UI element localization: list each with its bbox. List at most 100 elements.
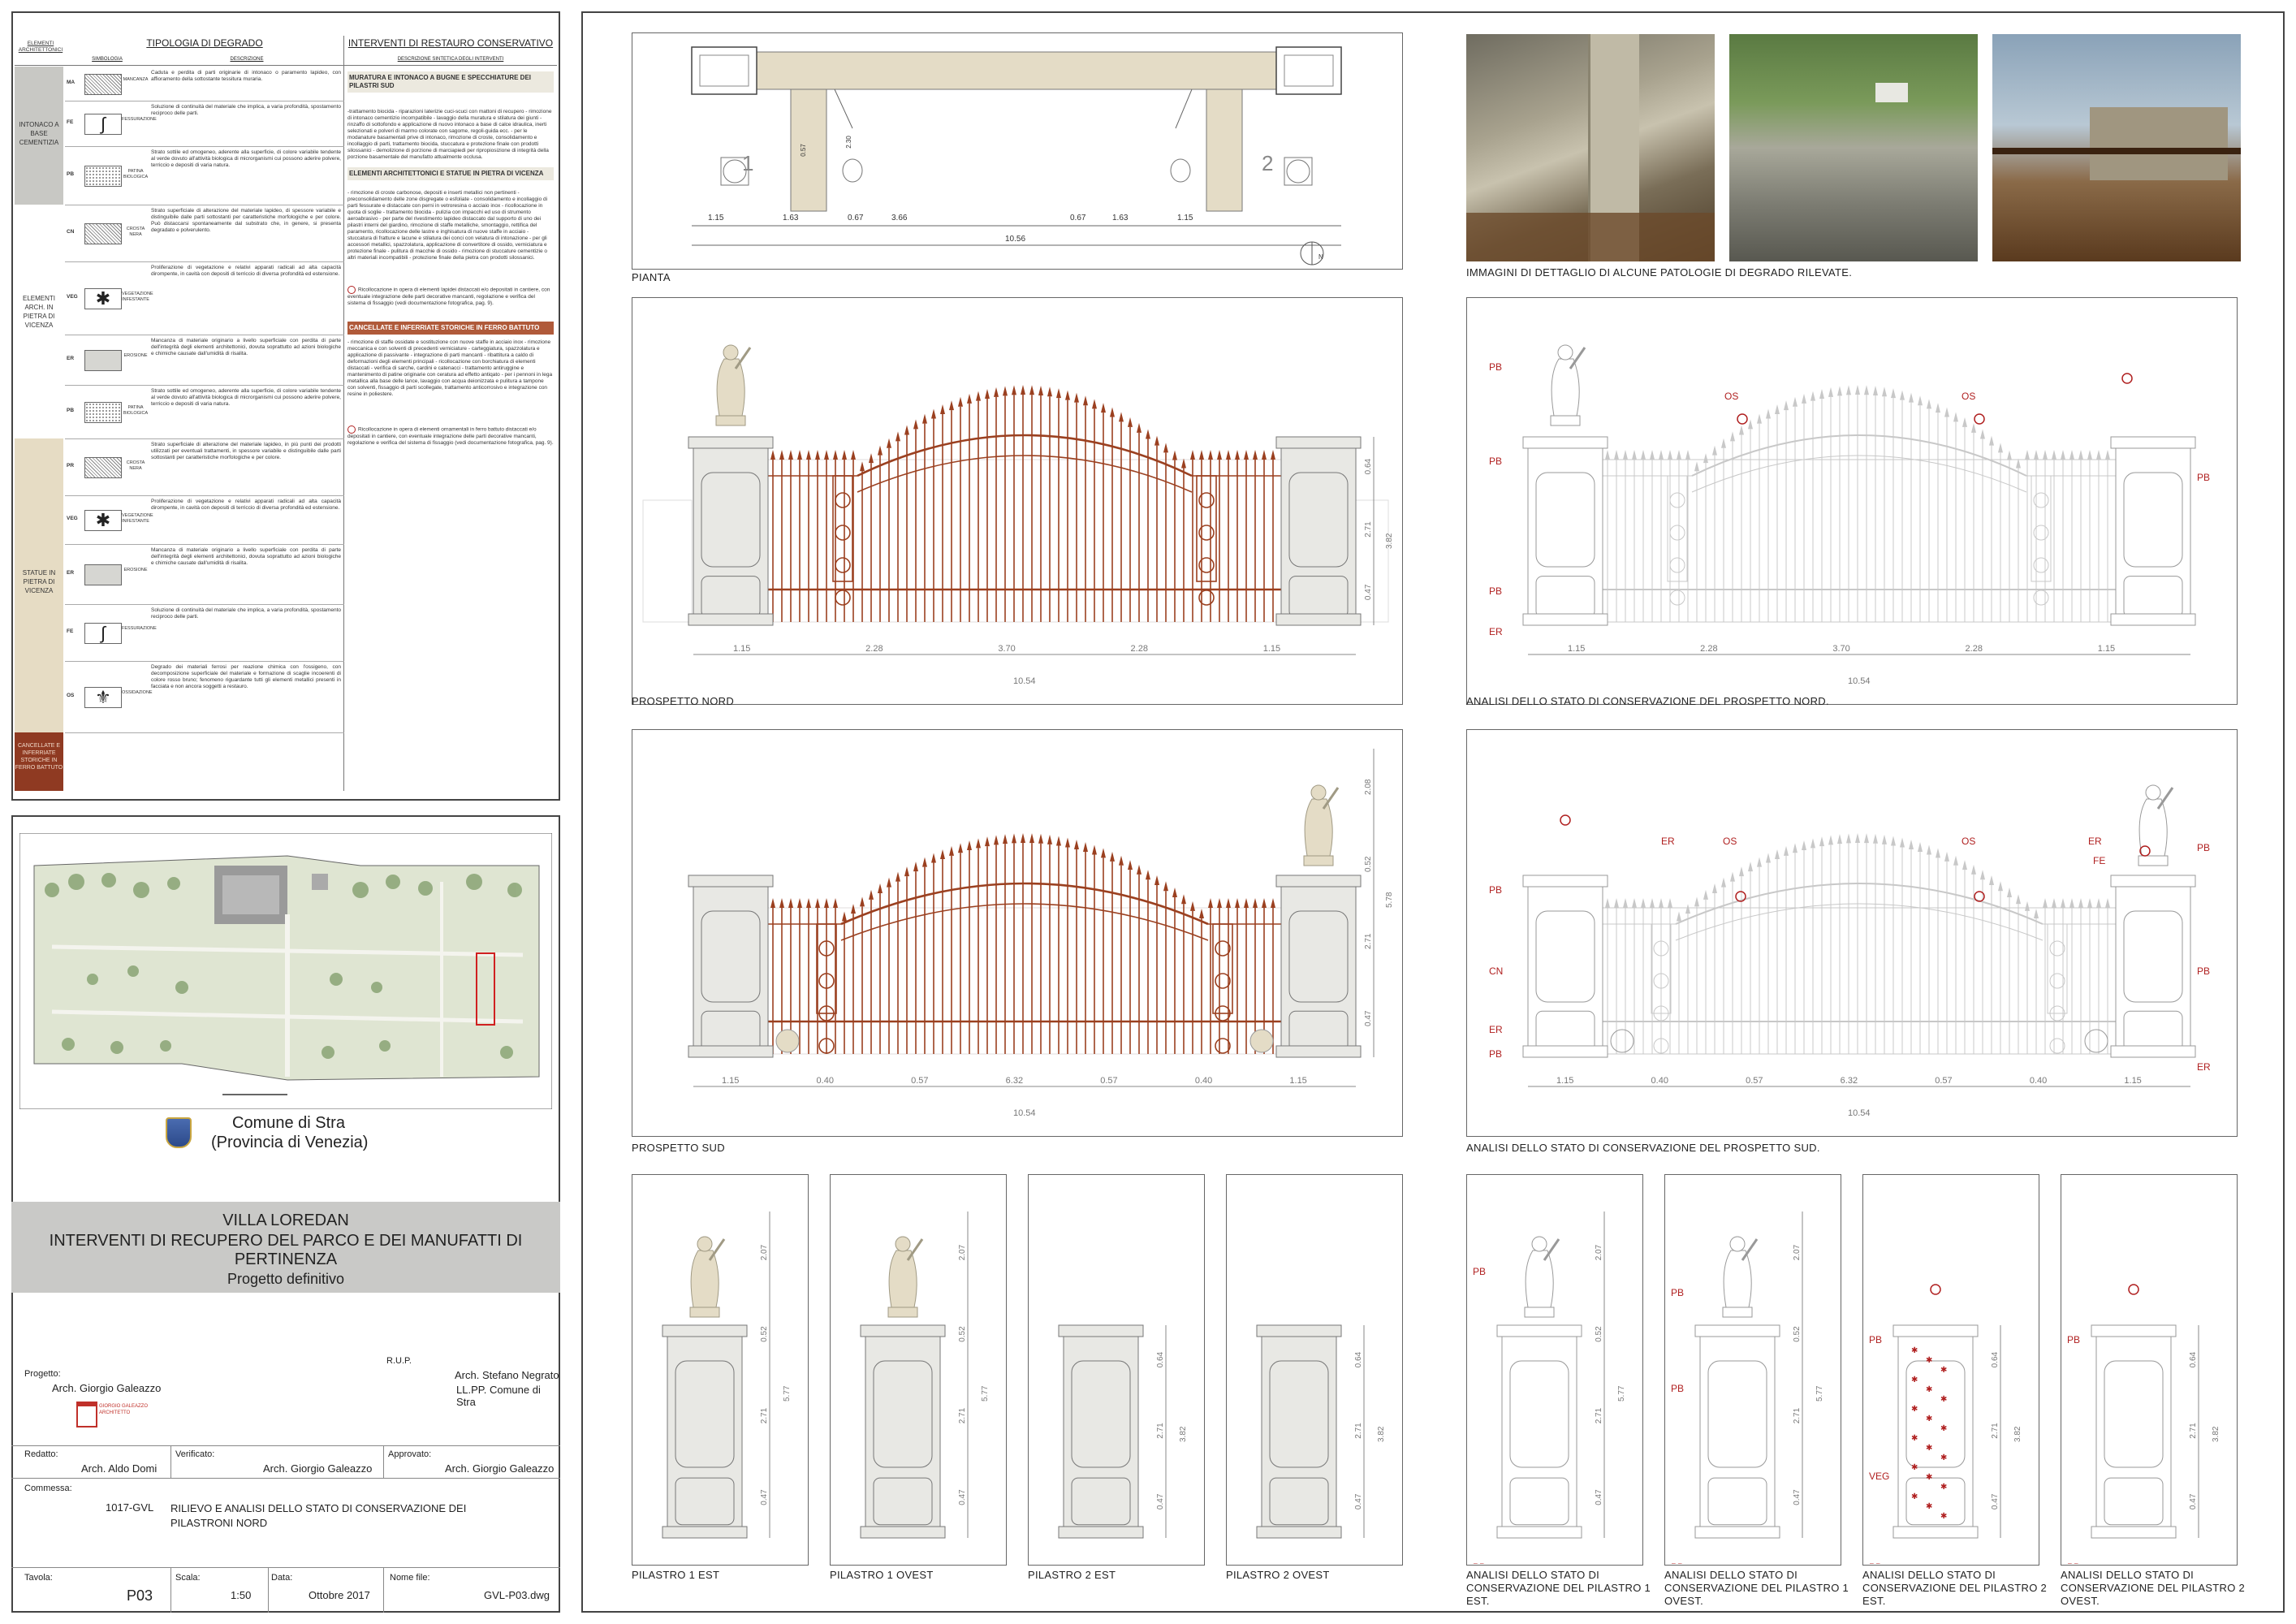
- caption-analisi-sud: ANALISI DELLO STATO DI CONSERVAZIONE DEL…: [1466, 1142, 1820, 1154]
- legend-text: Mancanza di materiale originario a livel…: [151, 547, 341, 566]
- legend-interventi-sub: DESCRIZIONE SINTETICA DEGLI INTERVENTI: [397, 57, 504, 62]
- gate-spear: [940, 404, 945, 415]
- gate-spear: [1012, 385, 1016, 395]
- veg-mark: ✱: [1926, 1473, 1932, 1482]
- gate-spear: [1936, 403, 1940, 413]
- decay-tag: PB: [2067, 1334, 2080, 1345]
- gate-ornament-panel: [2047, 923, 2068, 1014]
- plan-dim: 1.15: [1177, 214, 1193, 222]
- gate-spear: [1253, 898, 1258, 908]
- comune-name: Comune di Stra: [232, 1114, 345, 1132]
- legend-name: PATINA BIOLOGICA: [123, 405, 149, 416]
- group-cancellate: CANCELLATE E INFERRIATE STORICHE IN FERR…: [15, 732, 63, 791]
- pier-body: [1280, 886, 1357, 1058]
- gate-spear: [1855, 385, 1860, 395]
- gate-spear: [1074, 392, 1079, 403]
- caption-pillar: PILASTRO 2 OVEST: [1226, 1569, 1330, 1581]
- legend: ELEMENTI ARCHITETTONICI TIPOLOGIA DI DEG…: [15, 15, 557, 797]
- gate-spear: [985, 388, 990, 399]
- dim-label: 2.28: [865, 644, 883, 654]
- gate-spear: [2025, 901, 2030, 911]
- pier-body: [667, 1336, 743, 1539]
- gate-ornament-panel: [1212, 923, 1233, 1014]
- pier-base: [2110, 613, 2196, 626]
- dim-label: 0.47: [760, 1489, 769, 1505]
- dim-label: 0.64: [1156, 1351, 1165, 1367]
- project-title-2: INTERVENTI DI RECUPERO DEL PARCO E DEI M…: [49, 1232, 523, 1268]
- gate-spear: [1891, 836, 1896, 846]
- dim-label: 2.08: [1364, 779, 1373, 795]
- decay-marker: [2121, 373, 2133, 384]
- gate-spear: [1730, 431, 1735, 442]
- dim-label: 0.47: [1793, 1489, 1802, 1505]
- gate-spear: [1110, 851, 1115, 862]
- pier-cap: [688, 875, 774, 888]
- gate-scroll: [1669, 590, 1685, 606]
- gate-spear: [1074, 840, 1079, 850]
- gate-spear: [1154, 435, 1159, 446]
- drawing-area: 1 2 0.57 2.30 N 1.15 1.63 0.67 3.66 0.67 1.63…: [581, 11, 2285, 1613]
- legend-swatch-os: ⚜: [84, 687, 122, 708]
- caption-nord: PROSPETTO NORD: [632, 695, 735, 707]
- decay-tag: ER: [2088, 836, 2102, 847]
- legend-row: VEG ✱ VEGETAZIONE INFESTANTE Proliferazione…: [65, 495, 344, 545]
- pier-cap: [2110, 875, 2196, 888]
- gate-scroll: [835, 590, 851, 606]
- comune-provincia: (Provincia di Venezia): [211, 1134, 369, 1151]
- gate-spear: [770, 898, 775, 908]
- gate-spear: [1802, 393, 1806, 404]
- decay-tag: FE: [2093, 855, 2105, 866]
- gate-spear: [1038, 833, 1043, 844]
- legend-descrizione: DESCRIZIONE: [230, 57, 264, 62]
- gate-spear: [1038, 385, 1043, 395]
- legend-swatch-hatch: [84, 74, 122, 95]
- veg-mark: ✱: [1940, 1453, 1947, 1462]
- veg-mark: ✱: [1911, 1405, 1918, 1414]
- legend-row: OS ⚜ OSSIDAZIONE Degrado dei materiali ferr…: [65, 661, 344, 733]
- gate-spear: [2087, 450, 2092, 460]
- gate-spear: [1793, 396, 1798, 407]
- legend-code: VEG: [67, 516, 78, 521]
- legend-row: PB PATINA BIOLOGICA Strato sottile ed omog…: [65, 385, 344, 439]
- dim-label: 0.47: [1364, 1010, 1373, 1026]
- interventi-column: MURATURA E INTONACO A BUGNE E SPECCHIATU…: [347, 71, 554, 447]
- photo-detail-3: [1992, 34, 2241, 261]
- veg-mark: ✱: [1911, 1346, 1918, 1355]
- dim-label: 0.47: [1364, 584, 1373, 600]
- caption-pillar: ANALISI DELLO STATO DI CONSERVAZIONE DEL…: [1466, 1569, 1651, 1607]
- gate-spear: [1936, 848, 1940, 858]
- legend-row: FE ∫ FESSURAZIONE Soluzione di continuità d…: [65, 604, 344, 662]
- statue-plinth: [2138, 855, 2169, 866]
- decay-marker: [1560, 814, 1571, 826]
- decay-tag: VEG: [1869, 1471, 1889, 1482]
- dim-label: 2.71: [1364, 933, 1373, 949]
- pier-number-1: 1: [742, 151, 754, 175]
- legend-text: Soluzione di continuità del materiale ch…: [151, 607, 341, 620]
- gate-spear: [1172, 450, 1177, 460]
- statue-head: [697, 1236, 713, 1252]
- gate-spear: [1757, 413, 1762, 424]
- statue-head: [2145, 784, 2161, 801]
- gate-spear: [985, 836, 990, 847]
- gate-spear: [1047, 387, 1052, 397]
- pillar-svg: ✱ ✱ ✱ ✱ ✱ ✱ ✱ ✱ ✱ ✱ ✱ ✱ ✱ ✱ ✱ ✱ ✱ ✱ 0.64 2.71 0.47 3.82 PB VEG P…: [1869, 1284, 2022, 1564]
- statue-plinth: [1303, 855, 1334, 866]
- gate-spear: [1668, 898, 1672, 908]
- gate-spear: [2052, 898, 2056, 908]
- gate-spear: [770, 450, 775, 460]
- decay-tag: ER: [1489, 1024, 1503, 1035]
- gate-spear: [1659, 450, 1664, 460]
- gate-spear: [1909, 392, 1914, 403]
- dim-label: 0.64: [1354, 1351, 1363, 1367]
- group-intonaco: INTONACO A BASE CEMENTIZIA: [15, 67, 63, 205]
- decay-tag: PB: [2067, 1561, 2080, 1564]
- gate-spear: [1029, 385, 1034, 395]
- dim-label: 0.40: [817, 1076, 834, 1086]
- gate-spear: [896, 871, 900, 882]
- pier-body: [1063, 1336, 1139, 1539]
- gate-spear: [1694, 896, 1699, 907]
- gate-spear: [1980, 870, 1985, 880]
- gate-spear: [1650, 450, 1655, 460]
- interventi-head-3: CANCELLATE E INFERRIATE STORICHE IN FERR…: [347, 322, 554, 335]
- gate-spear: [2096, 450, 2101, 460]
